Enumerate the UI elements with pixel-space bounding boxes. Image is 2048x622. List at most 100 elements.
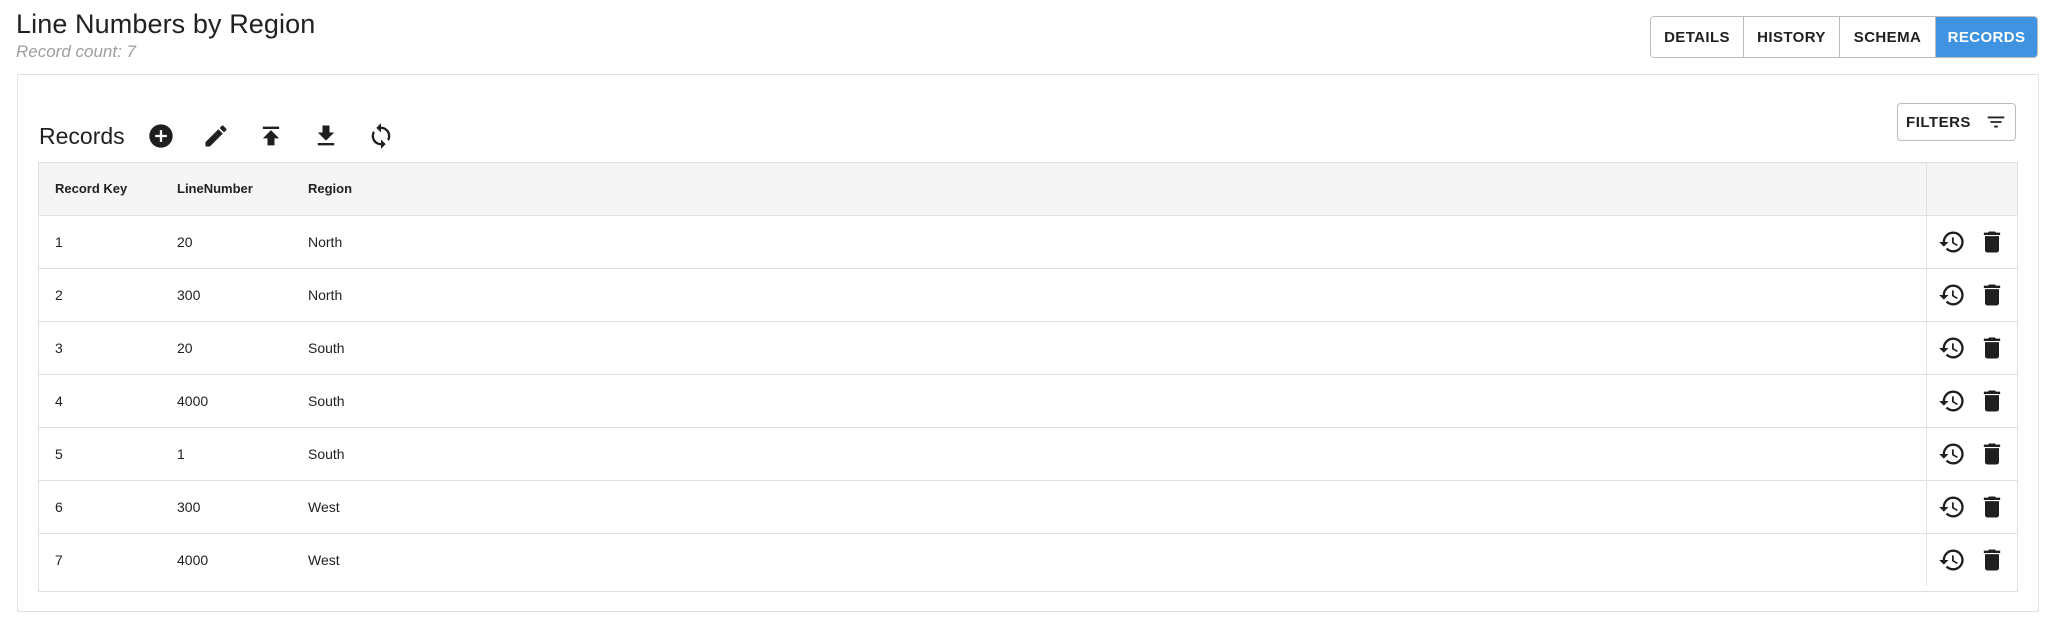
row-actions xyxy=(1927,386,2018,416)
row-actions-cell xyxy=(1925,533,2018,586)
history-icon xyxy=(1938,284,1964,305)
delete-icon xyxy=(1983,549,2000,571)
records-title: Records xyxy=(39,122,125,149)
row-history-button[interactable] xyxy=(1937,545,1967,575)
row-delete-button[interactable] xyxy=(1977,280,2007,310)
row-actions-cell xyxy=(1925,321,2018,374)
cell-region: South xyxy=(308,339,345,356)
row-actions-cell xyxy=(1925,374,2018,427)
row-history-button[interactable] xyxy=(1937,386,1967,416)
table-row[interactable]: 4 4000 South xyxy=(39,374,2017,427)
cell-region: West xyxy=(308,551,340,568)
row-actions-cell xyxy=(1925,480,2018,533)
tab-records[interactable]: RECORDS xyxy=(1936,17,2037,57)
cell-region: North xyxy=(308,286,343,303)
row-delete-button[interactable] xyxy=(1977,439,2007,469)
history-icon xyxy=(1938,443,1964,464)
cell-linenumber: 1 xyxy=(177,445,185,462)
row-actions-cell xyxy=(1925,215,2018,268)
row-history-button[interactable] xyxy=(1937,333,1967,363)
tab-schema[interactable]: SCHEMA xyxy=(1840,17,1936,57)
row-actions-cell xyxy=(1925,268,2018,321)
history-icon xyxy=(1938,549,1964,571)
cell-linenumber: 20 xyxy=(177,233,193,250)
row-actions xyxy=(1927,280,2018,310)
table-row[interactable]: 6 300 West xyxy=(39,480,2017,533)
delete-icon xyxy=(1983,390,2000,411)
cell-linenumber: 300 xyxy=(177,286,201,303)
column-header-record-key[interactable]: Record Key xyxy=(39,163,161,215)
row-delete-button[interactable] xyxy=(1977,386,2007,416)
records-table: Record Key LineNumber Region 1 20 North xyxy=(38,162,2018,592)
row-actions xyxy=(1927,545,2018,575)
row-history-button[interactable] xyxy=(1937,439,1967,469)
edit-button[interactable] xyxy=(194,114,238,158)
history-icon xyxy=(1938,337,1964,358)
cell-record-key: 1 xyxy=(55,233,63,250)
row-delete-button[interactable] xyxy=(1977,492,2007,522)
cell-record-key: 7 xyxy=(55,551,63,568)
row-delete-button[interactable] xyxy=(1977,333,2007,363)
cell-linenumber: 4000 xyxy=(177,551,209,568)
download-button[interactable] xyxy=(304,114,348,158)
download-icon xyxy=(317,125,334,146)
upload-icon xyxy=(262,126,279,146)
cell-record-key: 4 xyxy=(55,392,63,409)
delete-icon xyxy=(1983,231,2000,252)
history-icon xyxy=(1938,390,1964,411)
records-card: Records FILTERS Record Key LineNumber Re… xyxy=(17,74,2039,612)
table-row[interactable]: 1 20 North xyxy=(39,215,2017,268)
tab-history[interactable]: HISTORY xyxy=(1744,17,1840,57)
column-header-actions xyxy=(1925,163,2017,215)
edit-pencil-icon xyxy=(205,125,227,147)
cell-linenumber: 20 xyxy=(177,339,193,356)
cell-region: South xyxy=(308,445,345,462)
row-actions xyxy=(1927,333,2018,363)
delete-icon xyxy=(1983,284,2000,305)
history-icon xyxy=(1938,496,1964,517)
cell-record-key: 3 xyxy=(55,339,63,356)
upload-button[interactable] xyxy=(249,114,293,158)
records-toolbar: Records xyxy=(39,109,2018,163)
cell-region: North xyxy=(308,233,343,250)
column-header-region[interactable]: Region xyxy=(292,163,1926,215)
refresh-icon xyxy=(371,123,390,149)
cell-record-key: 2 xyxy=(55,286,63,303)
cell-region: West xyxy=(308,498,340,515)
delete-icon xyxy=(1983,496,2000,517)
cell-linenumber: 4000 xyxy=(177,392,209,409)
row-history-button[interactable] xyxy=(1937,280,1967,310)
row-history-button[interactable] xyxy=(1937,227,1967,257)
history-icon xyxy=(1938,231,1964,253)
page-header: Line Numbers by Region Record count: 7 xyxy=(16,8,315,62)
cell-linenumber: 300 xyxy=(177,498,201,515)
delete-icon xyxy=(1983,337,2000,358)
column-header-linenumber[interactable]: LineNumber xyxy=(161,163,292,215)
row-delete-button[interactable] xyxy=(1977,227,2007,257)
cell-record-key: 6 xyxy=(55,498,63,515)
refresh-button[interactable] xyxy=(359,114,403,158)
tab-details[interactable]: DETAILS xyxy=(1651,17,1744,57)
cell-region: South xyxy=(308,392,345,409)
table-header-row: Record Key LineNumber Region xyxy=(39,163,2017,215)
row-delete-button[interactable] xyxy=(1977,545,2007,575)
table-row[interactable]: 7 4000 West xyxy=(39,533,2017,586)
record-count: Record count: 7 xyxy=(16,42,137,61)
add-circle-icon xyxy=(148,124,173,148)
filters-label: FILTERS xyxy=(1906,113,1971,131)
add-record-button[interactable] xyxy=(139,114,183,158)
filter-list-icon xyxy=(1987,116,2005,128)
table-row[interactable]: 5 1 South xyxy=(39,427,2017,480)
delete-icon xyxy=(1983,443,2000,464)
row-history-button[interactable] xyxy=(1937,492,1967,522)
row-actions xyxy=(1927,227,2018,257)
table-row[interactable]: 3 20 South xyxy=(39,321,2017,374)
view-tabs: DETAILS HISTORY SCHEMA RECORDS xyxy=(1650,16,2038,58)
row-actions xyxy=(1927,439,2018,469)
cell-record-key: 5 xyxy=(55,445,63,462)
filters-button[interactable]: FILTERS xyxy=(1897,103,2016,141)
row-actions-cell xyxy=(1925,427,2018,480)
page-title: Line Numbers by Region xyxy=(16,9,316,39)
table-row[interactable]: 2 300 North xyxy=(39,268,2017,321)
row-actions xyxy=(1927,492,2018,522)
